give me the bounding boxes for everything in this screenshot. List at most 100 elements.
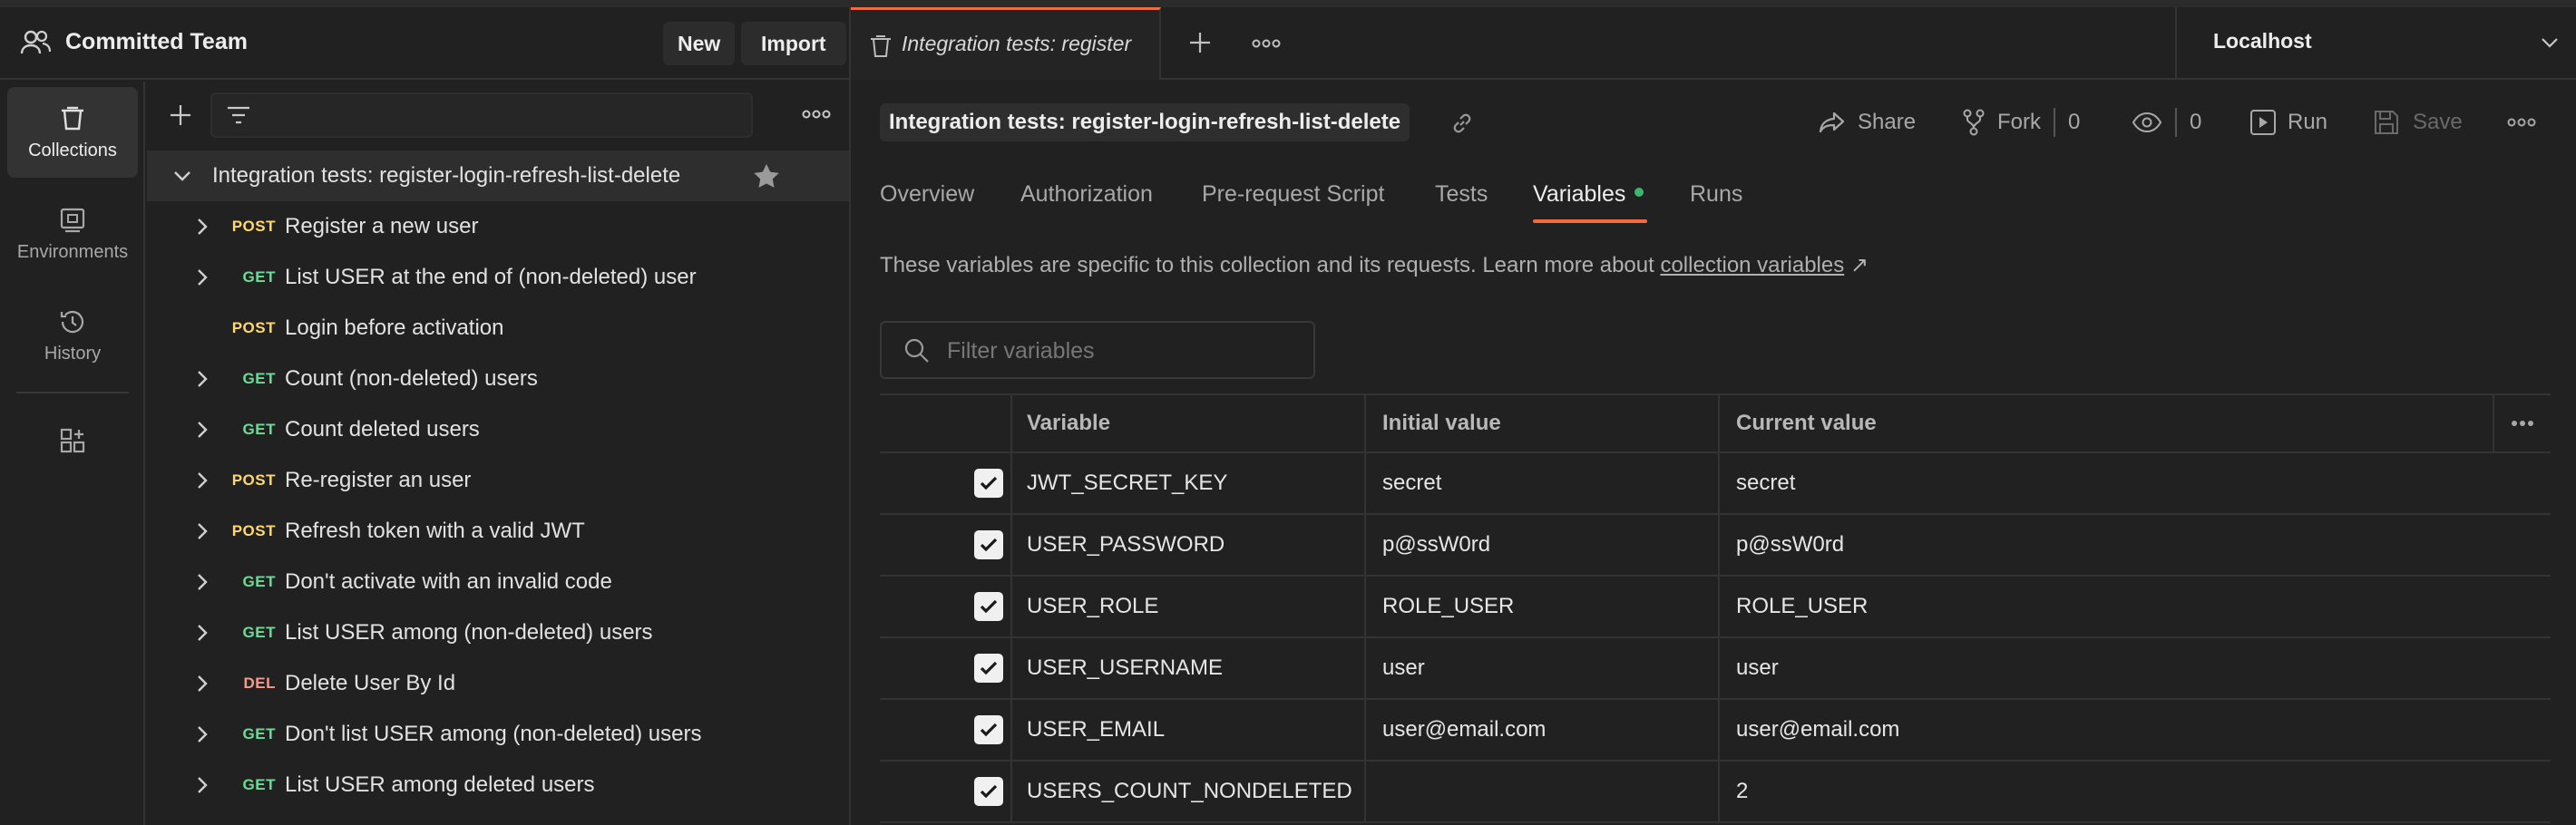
rail-item-history[interactable]: History xyxy=(7,290,138,381)
initial-value-cell[interactable]: user xyxy=(1366,638,1720,698)
collection-variables-link[interactable]: collection variables xyxy=(1660,253,1844,277)
chevron-right-icon[interactable] xyxy=(196,775,209,795)
chevron-right-icon[interactable] xyxy=(196,724,209,744)
chevron-right-icon[interactable] xyxy=(196,471,209,490)
current-value-cell[interactable]: p@ssW0rd xyxy=(1720,515,2494,575)
chevron-right-icon[interactable] xyxy=(196,369,209,389)
check-cell xyxy=(880,453,1012,513)
table-row: JWT_SECRET_KEY secret secret xyxy=(880,453,2551,515)
chevron-right-icon[interactable] xyxy=(196,217,209,237)
current-value-cell[interactable]: user@email.com xyxy=(1720,700,2494,760)
tab-variables[interactable]: Variables xyxy=(1533,181,1644,208)
variable-name-cell[interactable]: JWT_SECRET_KEY xyxy=(1012,453,1366,513)
collection-title[interactable]: Integration tests: register-login-refres… xyxy=(880,103,1410,141)
request-name: Re-register an user xyxy=(285,468,472,492)
star-icon[interactable] xyxy=(753,163,780,189)
tree-search-input[interactable] xyxy=(210,92,753,138)
enabled-checkbox[interactable] xyxy=(974,530,1003,559)
request-row[interactable]: GET Don't list USER among (non-deleted) u… xyxy=(147,709,851,760)
run-button[interactable]: Run xyxy=(2249,105,2327,140)
initial-value-cell[interactable]: p@ssW0rd xyxy=(1366,515,1720,575)
save-label: Save xyxy=(2413,110,2463,134)
request-row[interactable]: POST Login before activation xyxy=(147,303,851,354)
current-value-cell[interactable]: user xyxy=(1720,638,2494,698)
current-value-cell[interactable]: secret xyxy=(1720,453,2494,513)
variable-name-cell[interactable]: USER_USERNAME xyxy=(1012,638,1366,698)
request-row[interactable]: POST Re-register an user xyxy=(147,455,851,506)
rail-item-configure[interactable] xyxy=(7,404,138,477)
request-row[interactable]: GET Don't activate with an invalid code xyxy=(147,557,851,607)
new-tab-icon[interactable] xyxy=(1186,29,1214,56)
variable-name-cell[interactable]: USERS_COUNT_NONDELETED xyxy=(1012,762,1366,821)
tab-runs[interactable]: Runs xyxy=(1690,181,1742,208)
request-row[interactable]: GET List USER at the end of (non-deleted)… xyxy=(147,252,851,303)
fork-button[interactable]: Fork 0 xyxy=(1961,105,2080,140)
environment-selector[interactable]: Localhost xyxy=(2175,7,2576,80)
collection-root-row[interactable]: Integration tests: register-login-refres… xyxy=(147,150,851,201)
chevron-down-icon[interactable] xyxy=(172,170,192,182)
current-value-cell[interactable]: 2 xyxy=(1720,762,2494,821)
save-button[interactable]: Save xyxy=(2373,105,2463,140)
tab-pre-request-script[interactable]: Pre-request Script xyxy=(1202,181,1384,208)
new-button[interactable]: New xyxy=(663,22,736,65)
request-name: Login before activation xyxy=(285,315,504,340)
rail-label-environments: Environments xyxy=(16,241,129,262)
watch-button[interactable]: 0 xyxy=(2132,105,2201,140)
rail-label-history: History xyxy=(44,343,102,364)
variable-name-cell[interactable]: USER_EMAIL xyxy=(1012,700,1366,760)
variable-name-cell[interactable]: USER_PASSWORD xyxy=(1012,515,1366,575)
request-row[interactable]: POST Register a new user xyxy=(147,201,851,252)
header-more-icon[interactable] xyxy=(2507,117,2536,128)
initial-value-cell[interactable]: user@email.com xyxy=(1366,700,1720,760)
share-button[interactable]: Share xyxy=(1818,105,1916,140)
request-method: POST xyxy=(231,522,276,539)
rail-item-environments[interactable]: Environments xyxy=(7,189,138,279)
tab-tests[interactable]: Tests xyxy=(1435,181,1488,208)
import-button[interactable]: Import xyxy=(741,22,846,65)
request-row[interactable]: GET Count deleted users xyxy=(147,404,851,455)
tab-collection[interactable]: Integration tests: register xyxy=(851,7,1161,80)
enabled-checkbox[interactable] xyxy=(974,592,1003,621)
workspace-name[interactable]: Committed Team xyxy=(65,29,248,55)
chevron-right-icon[interactable] xyxy=(196,521,209,541)
enabled-checkbox[interactable] xyxy=(974,777,1003,806)
request-name: Count (non-deleted) users xyxy=(285,366,538,391)
sidebar-rail: Collections Environments History xyxy=(0,82,145,825)
chevron-right-icon[interactable] xyxy=(196,420,209,440)
workspace-header: Committed Team New Import xyxy=(0,7,851,80)
rail-item-collections[interactable]: Collections xyxy=(7,87,138,178)
request-row[interactable]: GET Count (non-deleted) users xyxy=(147,354,851,404)
enabled-checkbox[interactable] xyxy=(974,654,1003,683)
request-row[interactable]: GET List USER among (non-deleted) users xyxy=(147,607,851,658)
variables-table: Variable Initial value Current value JWT… xyxy=(880,393,2551,823)
link-icon[interactable] xyxy=(1449,111,1475,136)
checkmark-icon xyxy=(980,476,998,490)
initial-value-cell[interactable]: secret xyxy=(1366,453,1720,513)
initial-value-cell[interactable]: ROLE_USER xyxy=(1366,577,1720,636)
chevron-right-icon[interactable] xyxy=(196,623,209,643)
request-method: GET xyxy=(242,370,276,387)
chevron-right-icon[interactable] xyxy=(196,267,209,287)
more-options-icon[interactable] xyxy=(802,109,831,120)
table-row: USER_USERNAME user user xyxy=(880,638,2551,700)
variable-name-cell[interactable]: USER_ROLE xyxy=(1012,577,1366,636)
initial-value-cell[interactable] xyxy=(1366,762,1720,821)
table-more-button[interactable] xyxy=(2493,395,2551,451)
tab-authorization[interactable]: Authorization xyxy=(1020,181,1153,208)
chevron-right-icon[interactable] xyxy=(196,572,209,592)
tab-overview[interactable]: Overview xyxy=(880,181,974,208)
chevron-down-icon xyxy=(2540,36,2560,49)
enabled-checkbox[interactable] xyxy=(974,469,1003,498)
table-header-row: Variable Initial value Current value xyxy=(880,393,2551,453)
filter-variables-input[interactable]: Filter variables xyxy=(880,321,1315,379)
tab-more-icon[interactable] xyxy=(1252,38,1281,49)
request-name: Don't activate with an invalid code xyxy=(285,569,612,594)
request-row[interactable]: DEL Delete User By Id xyxy=(147,658,851,709)
chevron-right-icon[interactable] xyxy=(196,674,209,694)
request-row[interactable]: GET List USER among deleted users xyxy=(147,760,851,810)
enabled-checkbox[interactable] xyxy=(974,715,1003,744)
request-name: List USER among deleted users xyxy=(285,772,595,797)
current-value-cell[interactable]: ROLE_USER xyxy=(1720,577,2494,636)
request-row[interactable]: POST Refresh token with a valid JWT xyxy=(147,506,851,557)
add-icon[interactable] xyxy=(167,102,194,129)
